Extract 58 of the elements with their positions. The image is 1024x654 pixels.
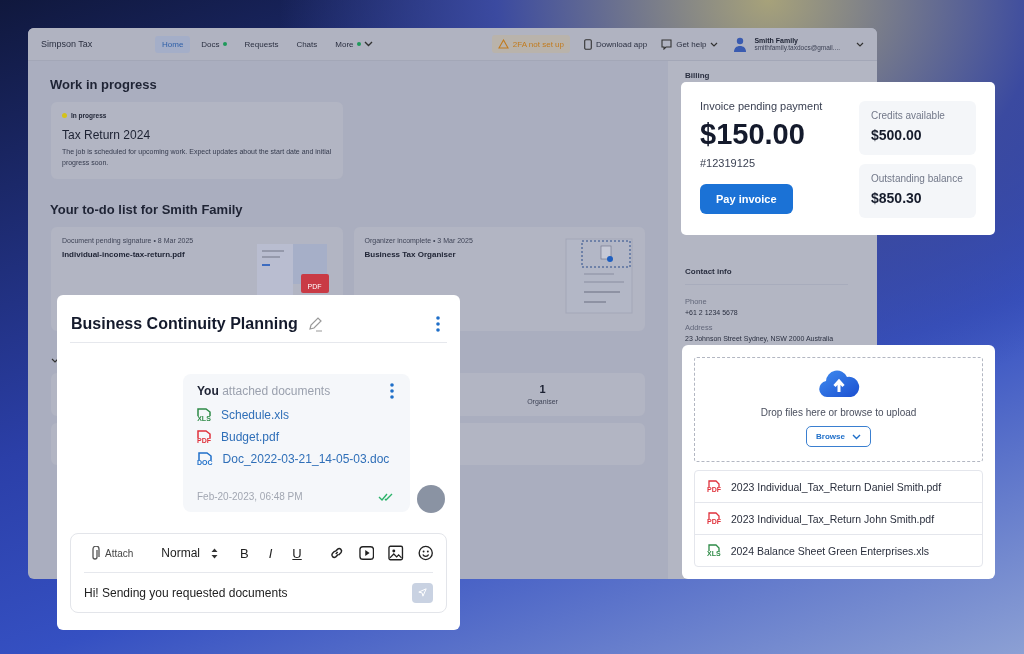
text-style-select[interactable]: Normal — [161, 546, 219, 560]
pay-invoice-button[interactable]: Pay invoice — [700, 184, 793, 214]
todo-title: Individual-income-tax-return.pdf — [62, 249, 186, 259]
brand-name: Simpson Tax — [41, 39, 94, 49]
browse-button[interactable]: Browse — [806, 426, 871, 447]
chevron-down-icon — [856, 41, 864, 47]
attach-button[interactable]: Attach — [84, 545, 134, 561]
todo-title: Business Tax Organiser — [364, 249, 457, 259]
balance-label: Outstanding balance — [871, 173, 964, 184]
phone-icon — [584, 38, 592, 50]
invoice-amount: $150.00 — [700, 118, 805, 151]
status-dot — [62, 113, 67, 118]
chevron-down-icon[interactable] — [363, 41, 373, 47]
file-link[interactable]: Schedule.xls — [221, 408, 290, 422]
balance-value: $850.30 — [871, 190, 923, 206]
image-icon[interactable] — [388, 545, 404, 561]
message-time: Feb-20-2023, 06:48 PM — [197, 491, 303, 502]
underline-button[interactable]: U — [288, 545, 306, 561]
drop-zone[interactable]: Drop files here or browse to upload Browse — [694, 357, 983, 462]
chat-bubble-icon — [661, 38, 673, 50]
nav-tab[interactable]: Chats — [289, 35, 325, 53]
emoji-icon[interactable] — [417, 545, 433, 561]
paperclip-icon — [90, 545, 100, 561]
section-heading: Work in progress — [50, 77, 158, 92]
file-link[interactable]: Budget.pdf — [221, 430, 280, 444]
user-icon — [732, 36, 749, 52]
cloud-upload-icon — [817, 370, 860, 398]
invoice-label: Invoice pending payment — [700, 100, 823, 112]
more-options-icon[interactable] — [436, 315, 440, 332]
more-options-icon[interactable] — [390, 383, 394, 399]
italic-button[interactable]: I — [262, 545, 279, 561]
help-menu[interactable]: Get help — [661, 38, 719, 50]
chevron-down-icon — [710, 41, 719, 47]
job-title: Tax Return 2024 — [62, 128, 152, 142]
nav-tab[interactable]: More — [328, 35, 380, 53]
sidebar-heading: Billing — [685, 71, 711, 80]
download-app-link[interactable]: Download app — [584, 38, 648, 50]
balance-value: $500.00 — [871, 127, 923, 143]
pencil-icon[interactable] — [306, 315, 323, 332]
bold-button[interactable]: B — [236, 545, 253, 561]
chevron-down-icon — [851, 433, 861, 440]
sidebar-heading: Contact info — [685, 267, 848, 285]
balance-label: Credits available — [871, 110, 946, 121]
upload-prompt: Drop files here or browse to upload — [760, 407, 917, 418]
stat-value: 1 — [539, 383, 546, 396]
sort-arrows-icon — [211, 547, 219, 559]
send-icon — [418, 587, 427, 598]
video-icon[interactable] — [358, 545, 375, 561]
link-icon[interactable] — [329, 545, 345, 561]
file-link[interactable]: Doc_2022-03-21_14-05-03.doc — [222, 452, 390, 466]
chat-title: Business Continuity Planning — [71, 314, 298, 333]
message-input[interactable]: Hi! Sending you requested documents — [84, 585, 412, 600]
invoice-number: #12319125 — [700, 157, 756, 169]
message-header: You attached documents — [197, 384, 331, 398]
avatar — [417, 485, 445, 513]
nav-tab[interactable]: Docs — [194, 35, 234, 53]
section-heading: Your to-do list for Smith Family — [50, 201, 244, 217]
nav-tab[interactable]: Requests — [237, 35, 286, 53]
